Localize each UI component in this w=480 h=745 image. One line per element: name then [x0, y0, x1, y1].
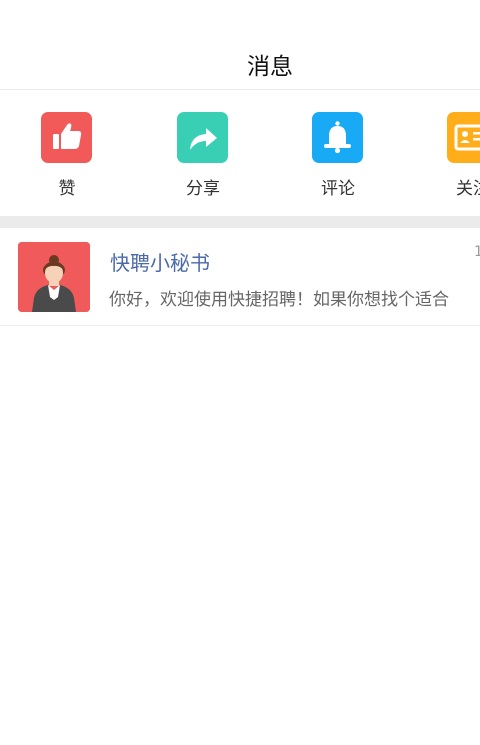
message-preview: 你好，欢迎使用快捷招聘！如果你想找个适合: [109, 290, 449, 310]
contact-card-icon: [447, 112, 480, 163]
message-time: 1: [474, 244, 480, 260]
message-list-item[interactable]: 快聘小秘书 你好，欢迎使用快捷招聘！如果你想找个适合 1: [0, 228, 480, 326]
top-nav-bar: 消息: [0, 0, 480, 90]
share-arrow-icon: [177, 112, 228, 163]
messages-screen: 消息 赞 分享 评论 关 快聘小秘书 你好，欢迎使用快捷招聘！如果你想找个适合: [0, 0, 480, 745]
secretary-avatar: [18, 242, 90, 312]
quick-action-follows[interactable]: 关注: [428, 112, 480, 202]
message-sender: 快聘小秘书: [110, 251, 210, 275]
thumbs-up-icon: [41, 112, 92, 163]
quick-actions-row: 赞 分享 评论 关: [0, 90, 480, 216]
section-divider: [0, 216, 480, 228]
bell-icon: [312, 112, 363, 163]
quick-action-shares[interactable]: 分享: [158, 112, 248, 202]
quick-action-label: 关注: [456, 179, 480, 199]
quick-action-comments[interactable]: 评论: [293, 112, 383, 202]
quick-action-label: 评论: [321, 179, 355, 199]
quick-action-label: 分享: [186, 179, 220, 199]
page-title: 消息: [247, 54, 293, 80]
quick-action-label: 赞: [58, 179, 76, 199]
quick-action-likes[interactable]: 赞: [22, 112, 112, 202]
